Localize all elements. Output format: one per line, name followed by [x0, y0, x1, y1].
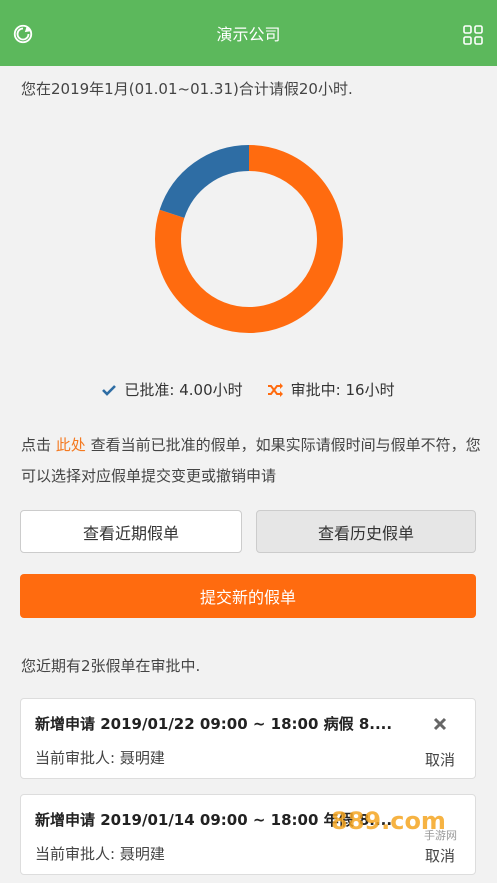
page-title: 演示公司: [216, 25, 281, 44]
recent-pending-text: 您近期有2张假单在审批中.: [21, 657, 201, 675]
legend-approved-label: 已批准: 4.00小时: [124, 381, 243, 399]
refresh-icon[interactable]: [12, 23, 34, 45]
approved-list-link[interactable]: 此处: [56, 436, 86, 454]
leave-card-title: 新增申请 2019/01/22 09:00 ~ 18:00 病假 8....: [35, 715, 393, 733]
cancel-button[interactable]: 取消: [425, 845, 455, 866]
leave-card[interactable]: 新增申请 2019/01/22 09:00 ~ 18:00 病假 8.... 当…: [20, 698, 476, 779]
svg-text:手游网: 手游网: [424, 828, 457, 841]
instruction-text: 点击 此处 查看当前已批准的假单，如果实际请假时间与假单不符，您可以选择对应假单…: [21, 436, 481, 485]
legend-pending: 审批中: 16小时: [267, 379, 395, 400]
view-history-button[interactable]: 查看历史假单: [256, 510, 476, 553]
app-header: 演示公司: [0, 0, 497, 66]
chart-legend: 已批准: 4.00小时 审批中: 16小时: [0, 379, 497, 400]
close-icon[interactable]: [433, 717, 447, 731]
view-recent-button[interactable]: 查看近期假单: [20, 510, 242, 553]
check-icon: [102, 384, 117, 396]
watermark-logo: 889.com 手游网: [331, 807, 457, 841]
leave-card-approver: 当前审批人: 聂明建: [35, 749, 165, 767]
leave-summary: 您在2019年1月(01.01~01.31)合计请假20小时.: [21, 80, 353, 98]
leave-donut-chart: [155, 145, 343, 333]
legend-pending-label: 审批中: 16小时: [290, 381, 395, 399]
grid-icon[interactable]: [463, 25, 483, 45]
legend-approved: 已批准: 4.00小时: [102, 379, 243, 400]
submit-new-leave-button[interactable]: 提交新的假单: [20, 574, 476, 618]
leave-card-approver: 当前审批人: 聂明建: [35, 845, 165, 863]
cancel-button[interactable]: 取消: [425, 749, 455, 770]
shuffle-icon: [267, 382, 283, 397]
